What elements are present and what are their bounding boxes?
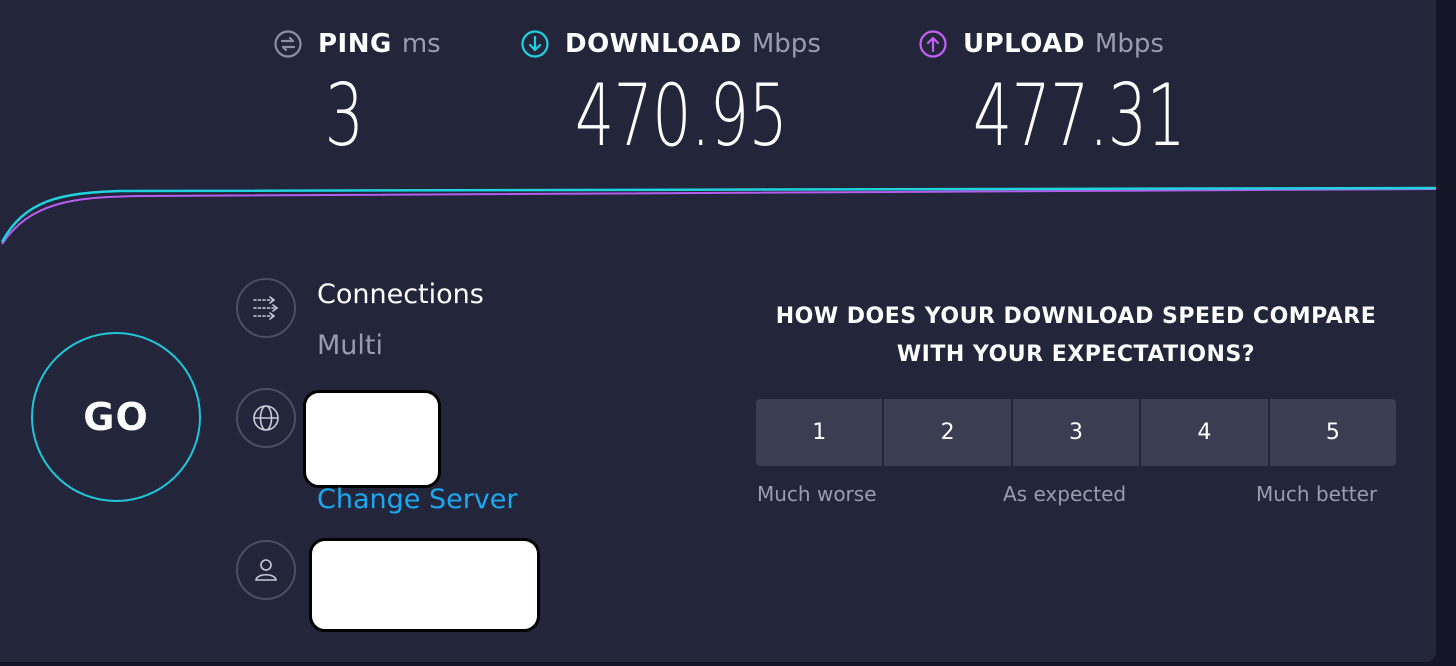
speed-graph xyxy=(0,186,1436,245)
scale-label-mid: As expected xyxy=(1003,482,1127,506)
connections-mode[interactable]: Multi xyxy=(317,330,383,361)
upload-label: UPLOAD xyxy=(963,29,1085,59)
upload-unit: Mbps xyxy=(1094,29,1164,59)
download-metric: DOWNLOAD Mbps 470.95 xyxy=(521,26,851,166)
rating-button-4[interactable]: 4 xyxy=(1141,399,1270,466)
rating-button-1[interactable]: 1 xyxy=(756,399,885,466)
speedtest-panel: PING ms 3 DOWNLOAD Mbps 470.95 UPLOAD Mb… xyxy=(0,0,1436,662)
scale-label-high: Much better xyxy=(1256,482,1378,506)
download-value: 470.95 xyxy=(574,66,788,166)
ping-label: PING xyxy=(318,29,392,59)
download-arrow-icon xyxy=(521,30,549,58)
provider-name-redacted xyxy=(309,538,540,632)
upload-value: 477.31 xyxy=(972,66,1186,166)
server-name-redacted xyxy=(303,390,441,488)
connections-label: Connections xyxy=(317,279,484,310)
download-unit: Mbps xyxy=(751,29,821,59)
rating-button-2[interactable]: 2 xyxy=(884,399,1013,466)
ping-unit: ms xyxy=(401,29,441,59)
globe-icon xyxy=(236,388,296,448)
go-button-label: GO xyxy=(83,395,149,439)
ping-value: 3 xyxy=(324,66,364,166)
scale-label-low: Much worse xyxy=(757,482,877,506)
ping-header: PING ms xyxy=(274,26,441,62)
survey-question-line-2: WITH YOUR EXPECTATIONS? xyxy=(896,342,1256,367)
rating-button-3[interactable]: 3 xyxy=(1012,399,1142,466)
change-server-link[interactable]: Change Server xyxy=(317,484,518,515)
survey-question-line-1: HOW DOES YOUR DOWNLOAD SPEED COMPARE xyxy=(775,304,1377,329)
rating-button-5[interactable]: 5 xyxy=(1269,399,1397,466)
go-button[interactable]: GO xyxy=(31,332,201,502)
user-icon xyxy=(236,540,296,600)
ping-metric: PING ms 3 xyxy=(274,26,454,166)
connections-icon xyxy=(236,278,296,338)
download-label: DOWNLOAD xyxy=(565,29,742,59)
survey-question: HOW DOES YOUR DOWNLOAD SPEED COMPARE WIT… xyxy=(740,298,1412,374)
rating-buttons: 1 2 3 4 5 xyxy=(756,399,1397,466)
download-header: DOWNLOAD Mbps xyxy=(521,26,821,62)
upload-metric: UPLOAD Mbps 477.31 xyxy=(919,26,1219,166)
upload-speed-line xyxy=(1,188,1436,245)
ping-icon xyxy=(274,30,302,58)
upload-arrow-icon xyxy=(919,30,947,58)
upload-header: UPLOAD Mbps xyxy=(919,26,1164,62)
